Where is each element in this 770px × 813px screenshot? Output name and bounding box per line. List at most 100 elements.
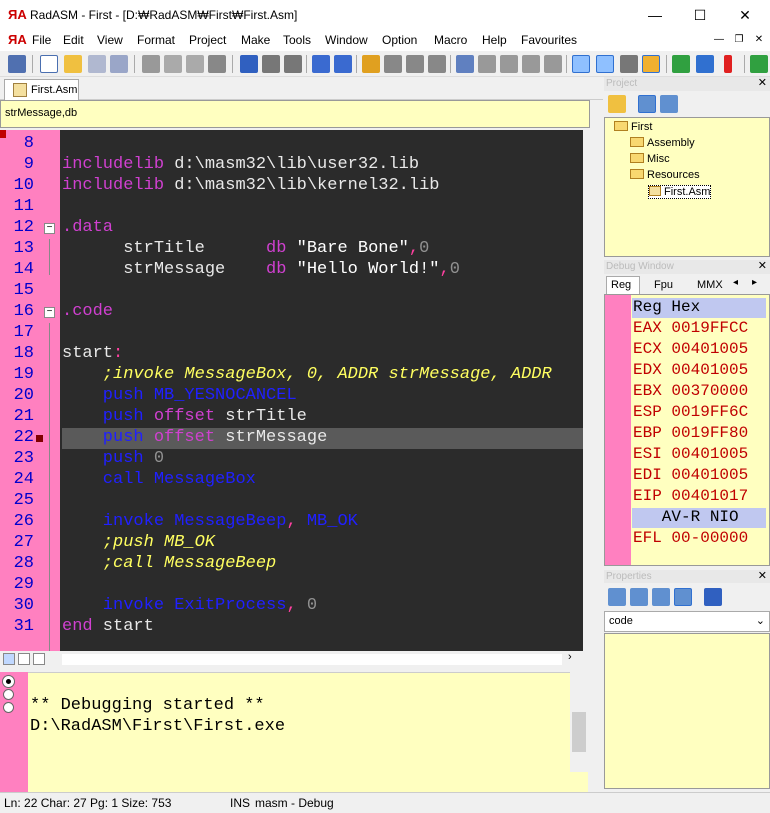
fold-collapse-icon[interactable]: − [44,223,55,234]
menu-option[interactable]: Option [382,33,417,47]
menu-project[interactable]: Project [189,33,226,47]
output-vertical-scrollbar[interactable] [570,672,588,772]
properties-selected: code [609,615,633,627]
open-folder-icon[interactable] [608,95,626,113]
editor-vertical-scrollbar[interactable] [583,130,603,651]
close-project-panel-icon[interactable]: ✕ [758,76,767,89]
format-icon[interactable] [544,55,562,73]
tab-first-asm[interactable]: First.Asm [4,79,79,100]
tab-mmx[interactable]: MMX [693,276,727,294]
register-row: EBX 00370000 [633,382,749,400]
code-line: ;invoke MessageBox, 0, ADDR strMessage, … [62,365,552,384]
delete-icon[interactable] [208,55,226,73]
indent-icon[interactable] [456,55,474,73]
save-all-icon[interactable] [110,55,128,73]
folder-icon [630,169,644,179]
tab-fpu[interactable]: Fpu [650,276,677,294]
debug-break-icon[interactable] [724,55,732,73]
fold-collapse-icon[interactable]: − [44,307,55,318]
go-icon[interactable] [750,55,768,73]
copy-icon[interactable] [164,55,182,73]
redo-all-icon[interactable] [284,55,302,73]
menu-format[interactable]: Format [137,33,175,47]
menu-window[interactable]: Window [325,33,368,47]
tree-item-misc[interactable]: Misc [630,153,670,165]
file-view-icon[interactable] [638,95,656,113]
scroll-right-icon[interactable]: › [568,651,572,663]
print-icon[interactable] [8,55,26,73]
bookmark-toggle-icon[interactable] [362,55,380,73]
line-number: 17 [13,323,34,342]
mdi-child-icon[interactable]: ЯA [8,32,27,47]
breakpoint-icon[interactable] [36,435,43,442]
split-view-icon[interactable] [18,653,30,665]
find-next-icon[interactable] [334,55,352,73]
outdent-icon[interactable] [478,55,496,73]
line-number: 21 [13,407,34,426]
properties-view-icon[interactable] [642,55,660,73]
code-line: strMessage db "Hello World!",0 [62,260,460,279]
mdi-close-button[interactable]: ✕ [750,33,768,48]
bookmark-next-icon[interactable] [384,55,402,73]
tree-item-resources[interactable]: Resources [630,169,700,181]
save-icon[interactable] [88,55,106,73]
code-line: invoke MessageBeep, MB_OK [62,512,358,531]
mdi-restore-button[interactable]: ❐ [730,33,748,48]
new-file-icon[interactable] [40,55,58,73]
redo-icon[interactable] [262,55,280,73]
view-mode-icon[interactable] [3,653,15,665]
output-view-icon[interactable] [596,55,614,73]
find-icon[interactable] [312,55,330,73]
refresh-icon[interactable] [704,588,722,606]
open-file-icon[interactable] [64,55,82,73]
close-properties-panel-icon[interactable]: ✕ [758,569,767,582]
close-debug-window-icon[interactable]: ✕ [758,259,767,272]
prop-struct-icon[interactable] [674,588,692,606]
paste-icon[interactable] [186,55,204,73]
tab-scroll-right-icon[interactable]: ▸ [752,277,757,288]
project-view-toggle-icon[interactable] [660,95,678,113]
comment-icon[interactable] [500,55,518,73]
menu-view[interactable]: View [97,33,123,47]
tab-reg[interactable]: Reg [606,276,640,294]
maximize-button[interactable]: ☐ [677,0,723,30]
menu-make[interactable]: Make [241,33,270,47]
mdi-minimize-button[interactable]: — [710,33,728,48]
prop-const-icon[interactable] [652,588,670,606]
output-tab-radio[interactable] [3,676,14,687]
menu-tools[interactable]: Tools [283,33,311,47]
cut-icon[interactable] [142,55,160,73]
tab-scroll-left-icon[interactable]: ◂ [733,277,738,288]
run-icon[interactable] [696,55,714,73]
menu-help[interactable]: Help [482,33,507,47]
editor-horizontal-scrollbar[interactable]: › [0,651,583,668]
bookmark-prev-icon[interactable] [406,55,424,73]
tools-icon[interactable] [620,55,638,73]
minimize-button[interactable]: — [632,0,678,30]
tree-item-assembly[interactable]: Assembly [630,137,695,149]
project-view-icon[interactable] [572,55,590,73]
procedure-selector[interactable]: strMessage,db [0,100,590,128]
menu-file[interactable]: File [32,33,51,47]
bookmark-clear-icon[interactable] [428,55,446,73]
project-toolbar [604,92,770,116]
properties-list[interactable] [604,633,770,789]
tree-item-first[interactable]: First [614,121,652,133]
editor-tab-row: First.Asm [0,77,603,100]
menu-favourites[interactable]: Favourites [521,33,577,47]
tree-item-first-asm[interactable]: First.Asm [648,185,712,199]
cursor-position: Ln: 22 Char: 27 Pg: 1 Size: 753 [4,796,172,810]
line-number: 14 [13,260,34,279]
menu-edit[interactable]: Edit [63,33,84,47]
close-button[interactable]: ✕ [722,0,768,30]
line-numbers-toggle-icon[interactable] [33,653,45,665]
properties-type-select[interactable]: code ⌄ [604,611,770,632]
menu-macro[interactable]: Macro [434,33,467,47]
build-icon[interactable] [672,55,690,73]
debug-tab-radio[interactable] [3,702,14,713]
prop-data-icon[interactable] [630,588,648,606]
prop-code-icon[interactable] [608,588,626,606]
immediate-tab-radio[interactable] [3,689,14,700]
uncomment-icon[interactable] [522,55,540,73]
undo-icon[interactable] [240,55,258,73]
